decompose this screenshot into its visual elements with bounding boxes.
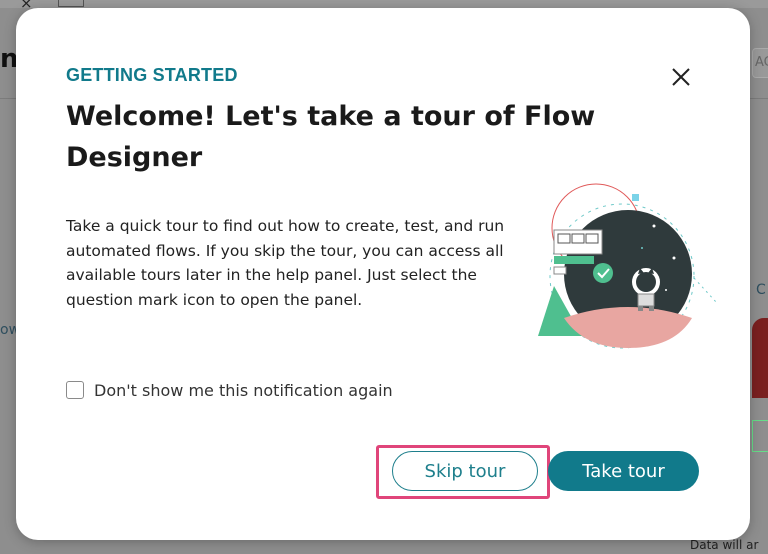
background-card: [752, 318, 768, 398]
dialog-description: Take a quick tour to find out how to cre…: [66, 217, 505, 309]
skip-tour-button[interactable]: Skip tour: [392, 451, 538, 491]
background-right-text: C: [756, 282, 766, 298]
close-icon[interactable]: [668, 64, 694, 90]
dont-show-again-row: Don't show me this notification again: [66, 378, 393, 402]
robot-space-illustration: [538, 183, 717, 349]
background-search-input: ACT: [752, 48, 768, 78]
dont-show-again-label[interactable]: Don't show me this notification again: [94, 381, 393, 400]
dialog-title: Welcome! Let's take a tour of Flow Desig…: [66, 101, 596, 173]
welcome-tour-dialog: GETTING STARTED Welcome! Let's take a to…: [16, 8, 750, 540]
background-status-text: Data will ar: [690, 538, 759, 552]
dialog-eyebrow: GETTING STARTED: [66, 65, 238, 85]
take-tour-button[interactable]: Take tour: [548, 451, 699, 491]
background-tab: [58, 0, 84, 7]
dont-show-again-checkbox[interactable]: [66, 381, 84, 399]
background-topbar: [0, 0, 768, 8]
background-box: [752, 420, 768, 452]
